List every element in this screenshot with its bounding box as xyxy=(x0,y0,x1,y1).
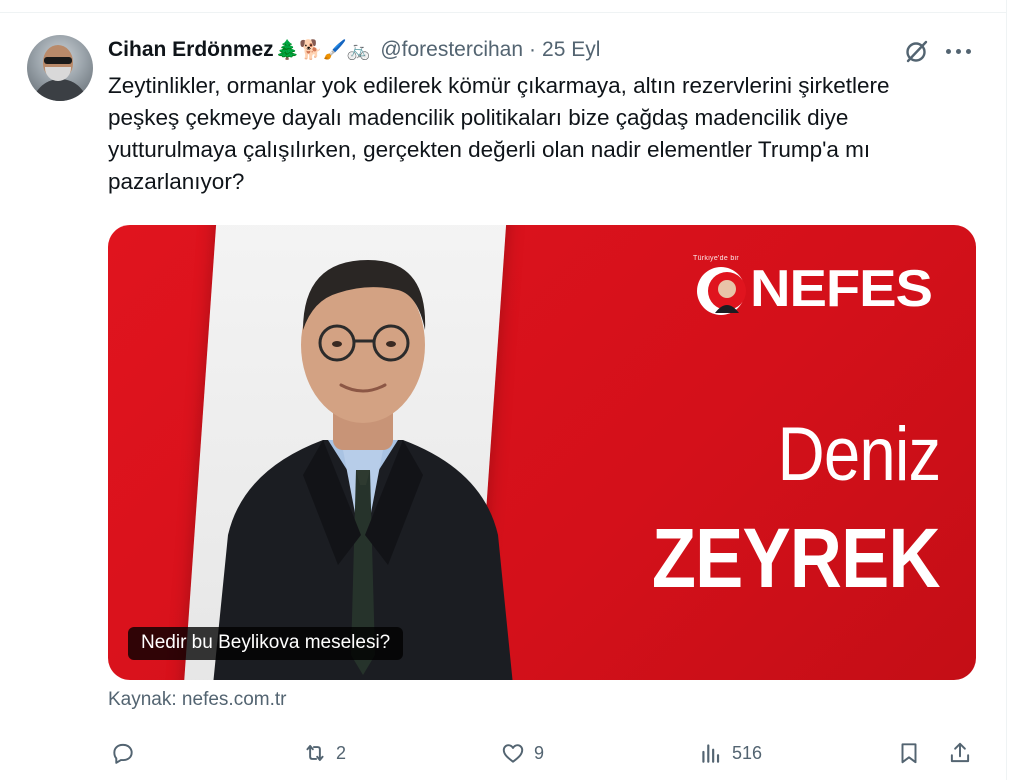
name-emojis: 🌲🐕🖌️🚲 xyxy=(275,40,371,61)
like-count: 9 xyxy=(534,742,545,763)
columnist-last-name: ZEYREK xyxy=(652,511,941,605)
nefes-logo: Türkiye'de bir NEFES xyxy=(693,255,953,318)
like-icon xyxy=(502,744,524,763)
share-button[interactable] xyxy=(947,736,973,770)
tweet-header: Cihan Erdönmez 🌲🐕🖌️🚲 @forestercihan · 25… xyxy=(108,36,600,64)
tweet-text: Zeytinlikler, ormanlar yok edilerek kömü… xyxy=(108,73,890,194)
display-name[interactable]: Cihan Erdönmez xyxy=(108,38,274,62)
columnist-first-name: Deniz xyxy=(777,412,941,497)
reply-button[interactable] xyxy=(110,736,136,770)
user-handle[interactable]: @forestercihan xyxy=(380,38,523,62)
avatar-beard xyxy=(45,67,71,81)
card-caption: Nedir bu Beylikova meselesi? xyxy=(128,627,404,660)
avatar-glasses xyxy=(44,57,72,64)
retweet-icon xyxy=(306,744,324,762)
logo-text: NEFES xyxy=(750,260,933,318)
more-icon[interactable] xyxy=(946,44,976,58)
crescent-logo-icon xyxy=(697,267,746,315)
logo-tagline: Türkiye'de bir xyxy=(693,255,739,262)
grok-icon[interactable] xyxy=(903,37,931,65)
views-count: 516 xyxy=(732,742,763,763)
link-source[interactable]: Kaynak: nefes.com.tr xyxy=(108,689,286,711)
link-card-media[interactable]: Türkiye'de bir NEFES Deniz ZEYREK Nedir … xyxy=(108,225,976,680)
views-button[interactable]: 516 xyxy=(698,736,762,770)
separator: · xyxy=(529,38,537,61)
like-button[interactable]: 9 xyxy=(500,736,544,770)
tweet-actions: 2 9 516 xyxy=(108,736,978,770)
divider xyxy=(0,12,1006,13)
bookmark-icon xyxy=(901,743,917,764)
more-dot xyxy=(966,48,971,54)
tweet-article[interactable]: Cihan Erdönmez 🌲🐕🖌️🚲 @forestercihan · 25… xyxy=(0,0,1007,780)
tweet-date[interactable]: 25 Eyl xyxy=(542,38,600,62)
avatar[interactable] xyxy=(27,35,93,101)
retweet-count: 2 xyxy=(336,742,347,763)
retweet-button[interactable]: 2 xyxy=(302,736,346,770)
more-dot xyxy=(946,48,951,54)
bookmark-button[interactable] xyxy=(896,736,922,770)
columnist-photo xyxy=(213,260,513,680)
views-icon xyxy=(702,744,720,763)
share-icon xyxy=(950,742,970,763)
reply-icon xyxy=(113,743,133,764)
avatar-body xyxy=(32,79,88,101)
more-dot xyxy=(956,48,961,54)
